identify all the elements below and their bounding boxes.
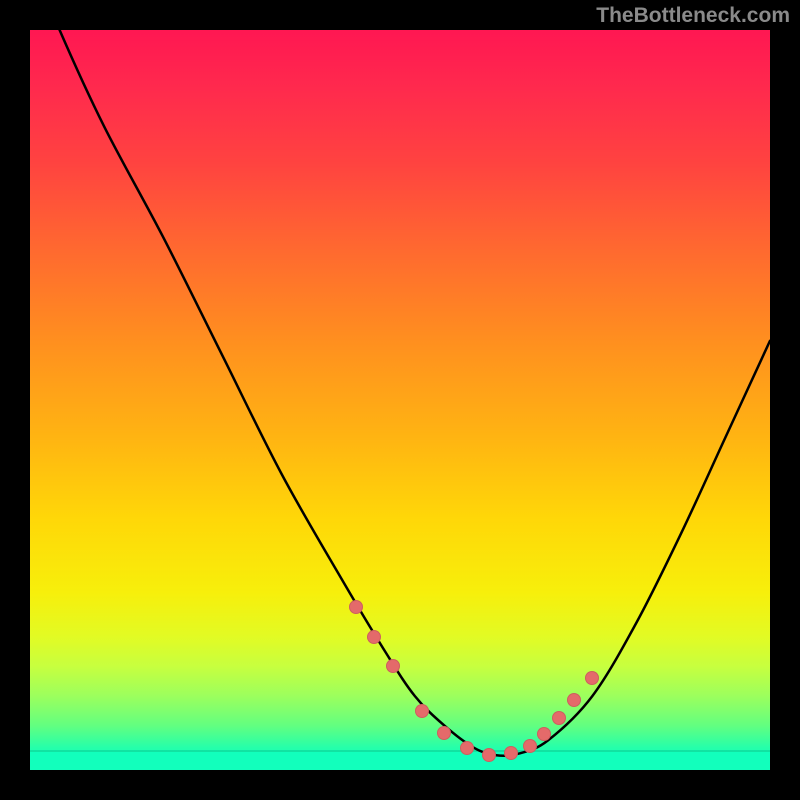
data-marker xyxy=(585,671,599,685)
data-marker xyxy=(504,746,518,760)
watermark-text: TheBottleneck.com xyxy=(596,4,790,28)
data-marker xyxy=(482,748,496,762)
curve-svg xyxy=(30,30,770,770)
data-marker xyxy=(552,711,566,725)
data-marker xyxy=(567,693,581,707)
chart-area xyxy=(30,30,770,770)
data-marker xyxy=(386,659,400,673)
data-marker xyxy=(437,726,451,740)
data-marker xyxy=(537,727,551,741)
bottleneck-curve-path xyxy=(30,30,770,756)
data-marker xyxy=(523,739,537,753)
bottom-optimal-band xyxy=(30,752,770,770)
data-marker xyxy=(349,600,363,614)
data-marker xyxy=(460,741,474,755)
data-marker xyxy=(415,704,429,718)
data-marker xyxy=(367,630,381,644)
